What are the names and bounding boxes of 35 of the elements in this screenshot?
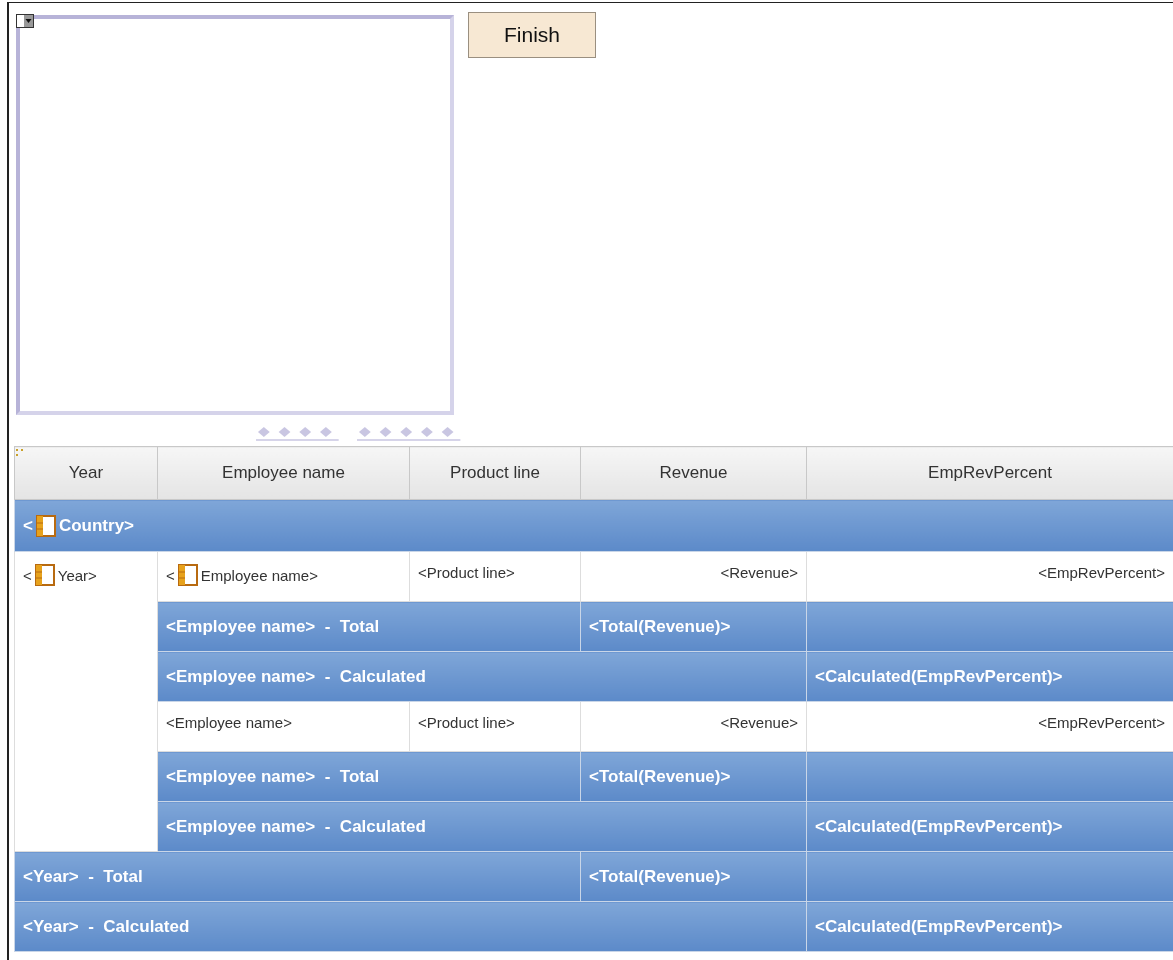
table-cell: <Product line>: [409, 701, 581, 752]
column-header: Revenue: [580, 446, 807, 500]
summary-label-cell: <Year> - Calculated: [14, 901, 807, 952]
level-icon: [177, 564, 198, 586]
column-header: Year: [14, 446, 158, 500]
summary-value-cell: <Total(Revenue)>: [580, 751, 807, 802]
summary-value-cell: <Calculated(EmpRevPercent)>: [806, 901, 1173, 952]
summary-value-cell: <Total(Revenue)>: [580, 601, 807, 652]
group-header-row: < Country>: [14, 499, 1173, 552]
grip-icon[interactable]: [16, 449, 24, 456]
summary-label-cell: <Employee name> - Total: [157, 601, 581, 652]
diamond-strip-icon: [354, 425, 462, 441]
column-header: Employee name: [157, 446, 410, 500]
dropdown-icon[interactable]: [16, 14, 34, 28]
summary-value-cell: <Total(Revenue)>: [580, 851, 807, 902]
column-header: EmpRevPercent: [806, 446, 1173, 500]
table-cell: <Revenue>: [580, 701, 807, 752]
column-header: Product line: [409, 446, 581, 500]
level-icon: [34, 564, 55, 586]
level-icon: [35, 514, 56, 537]
summary-label-cell: <Employee name> - Calculated: [157, 801, 807, 852]
table-cell: <EmpRevPercent>: [806, 551, 1173, 602]
table-cell: <Product line>: [409, 551, 581, 602]
table-cell: <Revenue>: [580, 551, 807, 602]
summary-value-cell: <Calculated(EmpRevPercent)>: [806, 651, 1173, 702]
table-cell: <Employee name>: [157, 701, 410, 752]
table-cell: <EmpRevPercent>: [806, 701, 1173, 752]
table-cell: < Employee name>: [157, 551, 410, 602]
summary-value-cell: <Calculated(EmpRevPercent)>: [806, 801, 1173, 852]
summary-label-cell: <Year> - Total: [14, 851, 581, 902]
table-cell: < Year>: [14, 551, 158, 852]
finish-button[interactable]: Finish: [468, 12, 596, 58]
summary-label-cell: <Employee name> - Total: [157, 751, 581, 802]
diamond-strip-icon: [254, 425, 341, 441]
summary-label-cell: <Employee name> - Calculated: [157, 651, 807, 702]
